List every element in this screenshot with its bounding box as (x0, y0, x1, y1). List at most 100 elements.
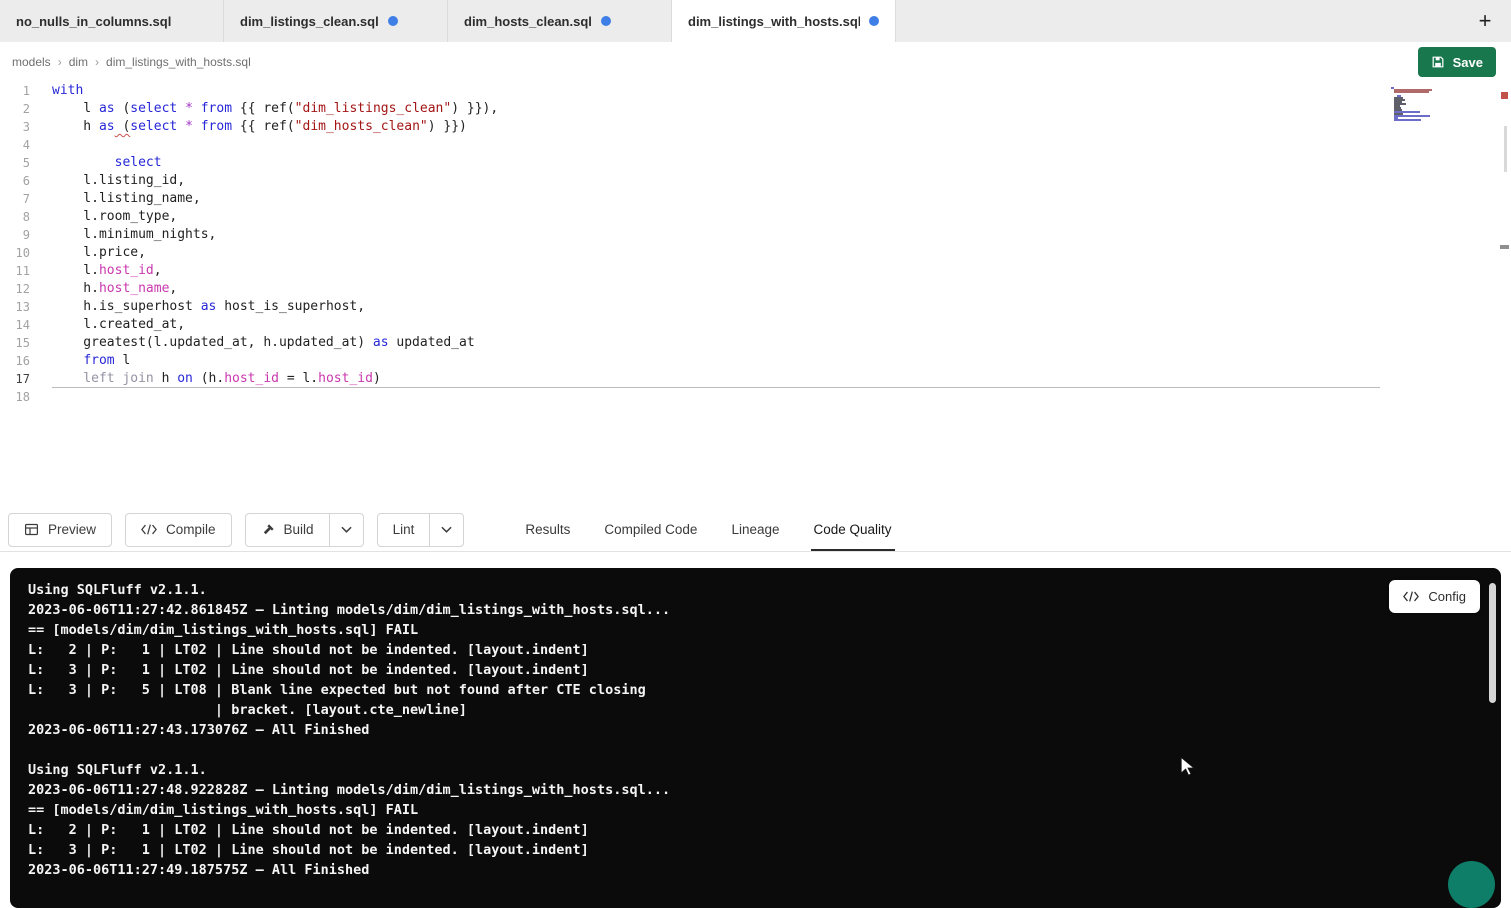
code-text: with (30, 82, 83, 100)
line-number: 11 (0, 262, 30, 280)
line-number: 15 (0, 334, 30, 352)
help-chat-bubble[interactable] (1448, 861, 1495, 908)
code-text: l.price, (30, 244, 146, 262)
terminal-scrollbar-thumb[interactable] (1489, 583, 1496, 703)
lint-error-marker (1501, 92, 1508, 99)
breadcrumb-item[interactable]: dim_listings_with_hosts.sql (106, 55, 251, 69)
code-text: l.room_type, (30, 208, 177, 226)
code-text: h as (select * from {{ ref("dim_hosts_cl… (30, 118, 467, 136)
terminal-line: L: 2 | P: 1 | LT02 | Line should not be … (28, 640, 1501, 660)
chevron-down-icon (341, 526, 352, 533)
code-text: greatest(l.updated_at, h.updated_at) as … (30, 334, 475, 352)
code-text: h.host_name, (30, 280, 177, 298)
terminal-line: Using SQLFluff v2.1.1. (28, 760, 1501, 780)
editor-minimap[interactable] (1391, 87, 1445, 123)
code-text: l.minimum_nights, (30, 226, 216, 244)
code-text: h.is_superhost as host_is_superhost, (30, 298, 365, 316)
code-lines: 1with2 l as (select * from {{ ref("dim_l… (0, 82, 1511, 406)
build-button[interactable]: Build (245, 513, 330, 547)
panel-tab-code-quality[interactable]: Code Quality (797, 508, 909, 551)
new-tab-button[interactable]: + (1465, 0, 1505, 42)
action-toolbar: Preview Compile Build Lint ResultsCompiled … (0, 508, 1511, 552)
build-icon (261, 523, 275, 537)
compile-button-group: Compile (125, 513, 232, 547)
code-line-8[interactable]: 8 l.room_type, (0, 208, 1511, 226)
code-line-15[interactable]: 15 greatest(l.updated_at, h.updated_at) … (0, 334, 1511, 352)
file-tab[interactable]: dim_listings_clean.sql (224, 0, 448, 42)
line-number: 9 (0, 226, 30, 244)
terminal-line: L: 3 | P: 1 | LT02 | Line should not be … (28, 840, 1501, 860)
file-tab[interactable]: dim_hosts_clean.sql (448, 0, 672, 42)
compile-button-label: Compile (166, 522, 216, 537)
lint-button-group: Lint (377, 513, 465, 547)
code-text: l.listing_name, (30, 190, 201, 208)
code-text (30, 136, 52, 154)
unsaved-changes-dot (869, 16, 879, 26)
code-line-9[interactable]: 9 l.minimum_nights, (0, 226, 1511, 244)
code-line-4[interactable]: 4 (0, 136, 1511, 154)
code-line-14[interactable]: 14 l.created_at, (0, 316, 1511, 334)
unsaved-changes-dot (388, 16, 398, 26)
save-button[interactable]: Save (1418, 47, 1496, 77)
build-button-group: Build (245, 513, 364, 547)
code-line-6[interactable]: 6 l.listing_id, (0, 172, 1511, 190)
code-text: l.listing_id, (30, 172, 185, 190)
terminal-line: 2023-06-06T11:27:49.187575Z — All Finish… (28, 860, 1501, 880)
terminal-output: Using SQLFluff v2.1.1. 2023-06-06T11:27:4… (28, 580, 1501, 880)
compile-button[interactable]: Compile (125, 513, 232, 547)
terminal-line: == [models/dim/dim_listings_with_hosts.s… (28, 800, 1501, 820)
panel-tab-lineage[interactable]: Lineage (714, 508, 796, 551)
line-number: 12 (0, 280, 30, 298)
terminal-line: 2023-06-06T11:27:43.173076Z — All Finish… (28, 720, 1501, 740)
line-number: 16 (0, 352, 30, 370)
breadcrumb-item[interactable]: models (12, 55, 51, 69)
build-dropdown-button[interactable] (330, 513, 364, 547)
breadcrumb-bar: models›dim›dim_listings_with_hosts.sql S… (0, 42, 1511, 82)
code-line-12[interactable]: 12 h.host_name, (0, 280, 1511, 298)
save-icon (1431, 55, 1445, 69)
terminal-line: L: 2 | P: 1 | LT02 | Line should not be … (28, 820, 1501, 840)
code-line-5[interactable]: 5 select (0, 154, 1511, 172)
terminal-line: 2023-06-06T11:27:42.861845Z — Linting mo… (28, 600, 1501, 620)
code-line-13[interactable]: 13 h.is_superhost as host_is_superhost, (0, 298, 1511, 316)
code-line-3[interactable]: 3 h as (select * from {{ ref("dim_hosts_… (0, 118, 1511, 136)
breadcrumb-item[interactable]: dim (69, 55, 88, 69)
code-icon (1403, 591, 1419, 602)
code-text (30, 388, 52, 406)
file-tab-label: dim_listings_with_hosts.sql (688, 14, 860, 29)
minimap-line (1391, 121, 1445, 123)
preview-button-label: Preview (48, 522, 96, 537)
code-line-11[interactable]: 11 l.host_id, (0, 262, 1511, 280)
line-number: 2 (0, 100, 30, 118)
code-text: from l (30, 352, 130, 370)
panel-tab-results[interactable]: Results (508, 508, 587, 551)
config-button[interactable]: Config (1389, 580, 1480, 613)
lint-dropdown-button[interactable] (430, 513, 464, 547)
panel-tab-compiled-code[interactable]: Compiled Code (587, 508, 714, 551)
line-number: 13 (0, 298, 30, 316)
code-line-2[interactable]: 2 l as (select * from {{ ref("dim_listin… (0, 100, 1511, 118)
code-line-1[interactable]: 1with (0, 82, 1511, 100)
preview-button[interactable]: Preview (8, 513, 112, 547)
line-number: 17 (0, 370, 30, 388)
code-line-17[interactable]: 17 left join h on (h.host_id = l.host_id… (0, 370, 1511, 388)
file-tab-label: dim_listings_clean.sql (240, 14, 379, 29)
code-editor[interactable]: 1with2 l as (select * from {{ ref("dim_l… (0, 82, 1511, 508)
file-tab-bar: no_nulls_in_columns.sql dim_listings_clea… (0, 0, 1511, 42)
lint-output-terminal[interactable]: Using SQLFluff v2.1.1. 2023-06-06T11:27:4… (10, 568, 1501, 908)
lint-button[interactable]: Lint (377, 513, 431, 547)
lint-button-label: Lint (393, 522, 415, 537)
code-line-7[interactable]: 7 l.listing_name, (0, 190, 1511, 208)
code-line-16[interactable]: 16 from l (0, 352, 1511, 370)
code-line-18[interactable]: 18 (0, 388, 1511, 406)
terminal-line: L: 3 | P: 1 | LT02 | Line should not be … (28, 660, 1501, 680)
breadcrumb-separator: › (95, 55, 99, 69)
code-line-10[interactable]: 10 l.price, (0, 244, 1511, 262)
file-tab[interactable]: no_nulls_in_columns.sql (0, 0, 224, 42)
line-number: 7 (0, 190, 30, 208)
line-number: 1 (0, 82, 30, 100)
file-tab[interactable]: dim_listings_with_hosts.sql (672, 0, 896, 42)
editor-scrollbar-thumb[interactable] (1504, 126, 1507, 172)
line-number: 18 (0, 388, 30, 406)
line-number: 10 (0, 244, 30, 262)
